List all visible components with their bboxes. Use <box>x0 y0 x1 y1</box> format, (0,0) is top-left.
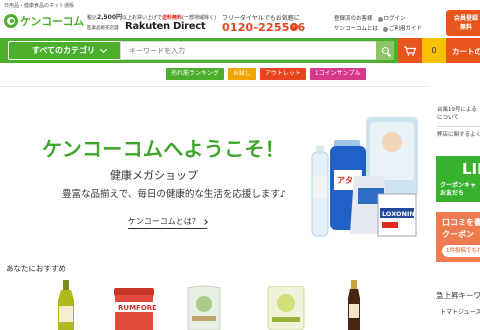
news-list: 台風19号による について 弊店に関するよく <box>437 106 480 139</box>
rec-product-soy-sauce[interactable] <box>346 280 362 330</box>
chevron-right-icon <box>201 218 208 225</box>
site-tagline: 日用品・健康食品のネット通販 <box>4 3 75 9</box>
rumford-label: RUMFORD <box>118 304 156 312</box>
rec-product-olive-oil[interactable] <box>54 280 78 330</box>
logo-text: ケンコーコム <box>20 15 84 28</box>
cart-view-button[interactable]: カートの中 <box>446 38 480 63</box>
chevron-down-icon <box>100 45 108 53</box>
cart-icon <box>404 45 416 56</box>
tag-1[interactable]: お試し <box>227 68 256 80</box>
line-banner[interactable]: LIN クーポンキャ お友だち <box>436 156 480 202</box>
search-input[interactable] <box>120 41 378 60</box>
hero-product-image[interactable]: アタック LOXONIN <box>296 112 422 246</box>
header-divider <box>0 86 428 87</box>
tag-0[interactable]: 売れ筋ランキング <box>166 68 224 80</box>
shipping-notice: 税込2,500円以上お買い上げで送料無料(一部地域除く) <box>87 14 216 21</box>
rakuten-subtitle: 医薬品販売店舗 <box>87 26 119 31</box>
rakuten-direct-logo[interactable]: Rakuten Direct <box>125 21 206 32</box>
hero-description: 豊富な品揃えで、毎日の健康的な生活を応援します♪ <box>62 189 286 200</box>
login-link[interactable]: ログイン <box>377 14 406 24</box>
phone-info-icon[interactable]: › <box>290 23 298 31</box>
quick-tags: 売れ筋ランキング お試し アウトレット 1コインサンプル <box>166 68 366 80</box>
header-links: 登録済のお客様 ログイン ケンコーコムとは ご利用ガイド <box>334 14 422 34</box>
registered-label: 登録済のお客様 <box>334 16 373 22</box>
recommend-title: あなたにおすすめ <box>6 264 66 273</box>
news-item[interactable]: 弊店に関するよく <box>437 131 480 139</box>
hero-title: ケンコーコムへようこそ！ <box>42 137 285 161</box>
news-item[interactable]: 台風19号による <box>437 106 480 114</box>
trending-keyword[interactable]: トマトジュース <box>440 307 480 316</box>
news-item[interactable]: について <box>437 114 480 122</box>
review-coupon-banner[interactable]: 口コミを書 クーポン 1件投稿でもれなく <box>436 212 480 262</box>
cart-button[interactable] <box>398 38 422 63</box>
cart-count[interactable]: 0 <box>422 38 446 63</box>
guide-icon <box>382 26 388 32</box>
logo-mark-icon <box>4 14 18 28</box>
member-register-button[interactable]: 会員登録 無料 <box>446 10 480 36</box>
guide-link[interactable]: ご利用ガイド <box>382 24 422 34</box>
tag-3[interactable]: 1コインサンプル <box>309 68 366 80</box>
medicine-brand: LOXONIN <box>382 210 415 218</box>
rec-product-rumford[interactable]: RUMFORD <box>112 288 156 330</box>
rec-product-soap[interactable] <box>266 286 306 330</box>
site-logo[interactable]: ケンコーコム <box>4 13 84 29</box>
hero-subtitle: 健康メガショップ <box>110 169 198 182</box>
all-categories-button[interactable]: すべてのカテゴリ <box>8 41 130 60</box>
news-divider <box>437 126 480 127</box>
tag-2[interactable]: アウトレット <box>259 68 306 80</box>
trending-keywords-title: 急上昇キーワ <box>436 291 480 300</box>
about-link[interactable]: ケンコーコムとは <box>334 24 378 34</box>
rec-product-pack[interactable] <box>186 284 222 330</box>
search-icon <box>381 47 389 54</box>
search-button[interactable] <box>376 41 394 60</box>
about-kenko-link[interactable]: ケンコーコムとは？ <box>128 216 208 229</box>
login-icon <box>377 16 383 22</box>
